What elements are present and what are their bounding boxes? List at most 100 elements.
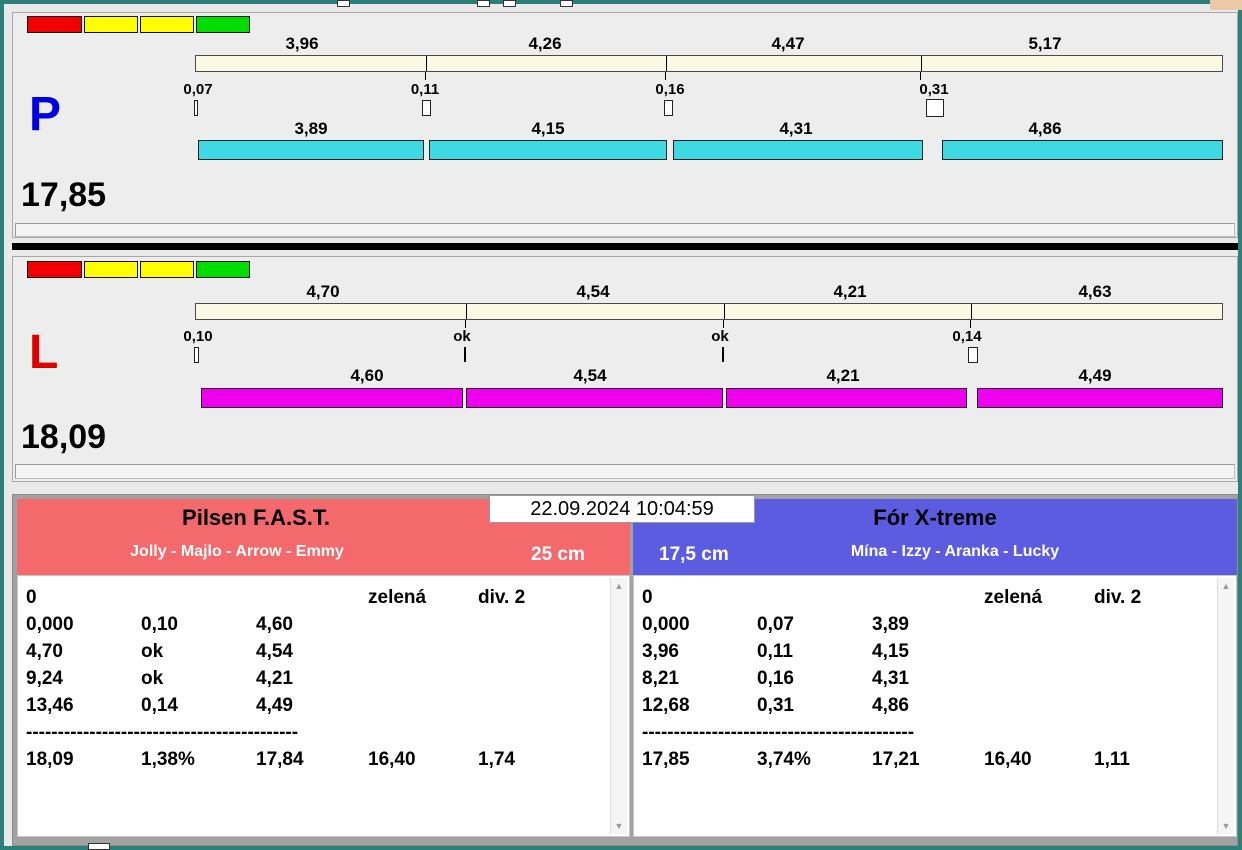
clipped-widget-artifact xyxy=(560,0,573,7)
table-row: 9,24 ok 4,21 xyxy=(26,665,629,692)
lane-p-segment-bar-1 xyxy=(198,140,424,160)
lane-p-split-bottom-2: 4,15 xyxy=(531,119,564,139)
lane-l-split-bottom-3: 4,21 xyxy=(826,366,859,386)
lane-l-split-top-3: 4,21 xyxy=(833,282,866,302)
lane-l-cross-2: ok xyxy=(453,328,471,345)
lane-p-segment-bar-4 xyxy=(942,140,1223,160)
desktop-corner-artifact xyxy=(1210,0,1242,10)
timestamp-display: 22.09.2024 10:04:59 xyxy=(489,495,755,523)
cell-light: zelená xyxy=(368,587,478,609)
lane-p-segment-bar-2 xyxy=(429,140,667,160)
clipped-widget-artifact xyxy=(88,843,110,850)
lane-l-light-red-icon xyxy=(27,261,82,278)
lane-l-light-yellow2-icon xyxy=(140,261,194,278)
lane-l-cross-1: 0,10 xyxy=(183,328,212,345)
team-left-dogs: Jolly - Majlo - Arrow - Emmy xyxy=(17,543,457,561)
lane-l-light-yellow1-icon xyxy=(84,261,138,278)
cell-division: div. 2 xyxy=(1094,587,1236,609)
lane-l-split-bottom-2: 4,54 xyxy=(573,366,606,386)
lane-l-cross-tick-3 xyxy=(722,347,724,362)
team-left-jump-height: 25 cm xyxy=(531,544,585,566)
scroll-down-icon[interactable]: ▼ xyxy=(1218,818,1234,834)
lane-l-segment-bar-1 xyxy=(201,388,463,408)
cell-flag: 0 xyxy=(642,587,757,609)
app-window: 3,96 4,26 4,47 5,17 0,07 0,11 0,16 0,31 … xyxy=(0,0,1242,850)
lane-l-status-strip xyxy=(15,464,1235,479)
lane-p-light-green-icon xyxy=(196,16,250,33)
lane-divider xyxy=(12,243,1238,250)
lane-l-cross-3: ok xyxy=(711,328,729,345)
table-totals-row: 17,85 3,74% 17,21 16,40 1,11 xyxy=(642,746,1236,773)
lane-l-cross-tick-2 xyxy=(464,347,466,362)
table-row: 13,46 0,14 4,49 xyxy=(26,692,629,719)
table-separator: ----------------------------------------… xyxy=(642,719,1236,746)
lane-l-cross-box-4 xyxy=(968,347,978,363)
table-separator: ----------------------------------------… xyxy=(26,719,629,746)
clipped-widget-artifact xyxy=(503,0,516,7)
scroll-up-icon[interactable]: ▲ xyxy=(611,578,627,594)
table-row: 3,96 0,11 4,15 xyxy=(642,638,1236,665)
lane-p-status-strip xyxy=(15,223,1235,237)
lane-l-cross-box-1 xyxy=(194,347,199,363)
lane-panel-l: 4,70 4,54 4,21 4,63 0,10 ok ok 0,14 4,60… xyxy=(12,256,1238,482)
lane-l-scale-bar xyxy=(195,303,1223,320)
lane-p-light-red-icon xyxy=(27,16,82,33)
lane-p-split-bottom-1: 3,89 xyxy=(294,119,327,139)
team-right-table-scrollbar[interactable]: ▲ ▼ xyxy=(1217,578,1234,834)
lane-p-cross-box-3 xyxy=(664,100,673,116)
lane-p-scale-bar xyxy=(195,55,1223,72)
cell-light: zelená xyxy=(984,587,1094,609)
teams-panel: Pilsen F.A.S.T. Jolly - Majlo - Arrow - … xyxy=(12,494,1238,846)
lane-p-cross-3: 0,16 xyxy=(655,81,684,98)
team-left-table-scrollbar[interactable]: ▲ ▼ xyxy=(610,578,627,834)
scroll-up-icon[interactable]: ▲ xyxy=(1218,578,1234,594)
clipped-widget-artifact xyxy=(477,0,490,7)
team-right-dogs: Mína - Izzy - Aranka - Lucky xyxy=(765,543,1145,561)
lane-p-split-top-2: 4,26 xyxy=(528,34,561,54)
table-row: 0,000 0,10 4,60 xyxy=(26,611,629,638)
lane-p-cross-box-2 xyxy=(422,100,431,116)
lane-p-cross-box-1 xyxy=(194,100,198,116)
lane-p-light-yellow1-icon xyxy=(84,16,138,33)
lane-p-split-top-1: 3,96 xyxy=(285,34,318,54)
lane-l-cross-4: 0,14 xyxy=(952,328,981,345)
team-right-jump-height: 17,5 cm xyxy=(659,544,729,566)
lane-l-segment-bar-2 xyxy=(466,388,723,408)
table-row: 8,21 0,16 4,31 xyxy=(642,665,1236,692)
lane-p-letter: P xyxy=(29,91,61,139)
lane-l-split-top-1: 4,70 xyxy=(306,282,339,302)
table-row: 0 zelená div. 2 xyxy=(26,584,629,611)
lane-p-cross-1: 0,07 xyxy=(183,81,212,98)
lane-l-split-bottom-4: 4,49 xyxy=(1078,366,1111,386)
lane-l-letter: L xyxy=(29,329,58,377)
lane-l-split-bottom-1: 4,60 xyxy=(350,366,383,386)
lane-l-split-top-2: 4,54 xyxy=(576,282,609,302)
lane-l-segment-bar-3 xyxy=(726,388,967,408)
cell-division: div. 2 xyxy=(478,587,629,609)
team-left-results-table: 0 zelená div. 2 0,000 0,10 4,60 4,70 ok … xyxy=(17,575,630,837)
cell-flag: 0 xyxy=(26,587,141,609)
clipped-widget-artifact xyxy=(337,0,350,7)
lane-p-cross-4: 0,31 xyxy=(919,81,948,98)
lane-p-total-time: 17,85 xyxy=(21,175,106,215)
lane-p-split-bottom-3: 4,31 xyxy=(779,119,812,139)
lane-p-cross-box-4 xyxy=(926,99,944,117)
lane-l-light-green-icon xyxy=(196,261,250,278)
table-row: 0 zelená div. 2 xyxy=(642,584,1236,611)
table-row: 0,000 0,07 3,89 xyxy=(642,611,1236,638)
lane-p-segment-bar-3 xyxy=(673,140,923,160)
lane-panel-p: 3,96 4,26 4,47 5,17 0,07 0,11 0,16 0,31 … xyxy=(12,12,1238,238)
team-left-name: Pilsen F.A.S.T. xyxy=(17,505,495,531)
lane-p-split-top-4: 5,17 xyxy=(1028,34,1061,54)
lane-p-split-top-3: 4,47 xyxy=(771,34,804,54)
lane-l-split-top-4: 4,63 xyxy=(1078,282,1111,302)
lane-l-segment-bar-4 xyxy=(977,388,1223,408)
lane-p-split-bottom-4: 4,86 xyxy=(1028,119,1061,139)
table-totals-row: 18,09 1,38% 17,84 16,40 1,74 xyxy=(26,746,629,773)
scroll-down-icon[interactable]: ▼ xyxy=(611,818,627,834)
table-row: 12,68 0,31 4,86 xyxy=(642,692,1236,719)
table-row: 4,70 ok 4,54 xyxy=(26,638,629,665)
lane-p-light-yellow2-icon xyxy=(140,16,194,33)
lane-p-cross-2: 0,11 xyxy=(411,81,439,98)
lane-l-total-time: 18,09 xyxy=(21,417,106,457)
